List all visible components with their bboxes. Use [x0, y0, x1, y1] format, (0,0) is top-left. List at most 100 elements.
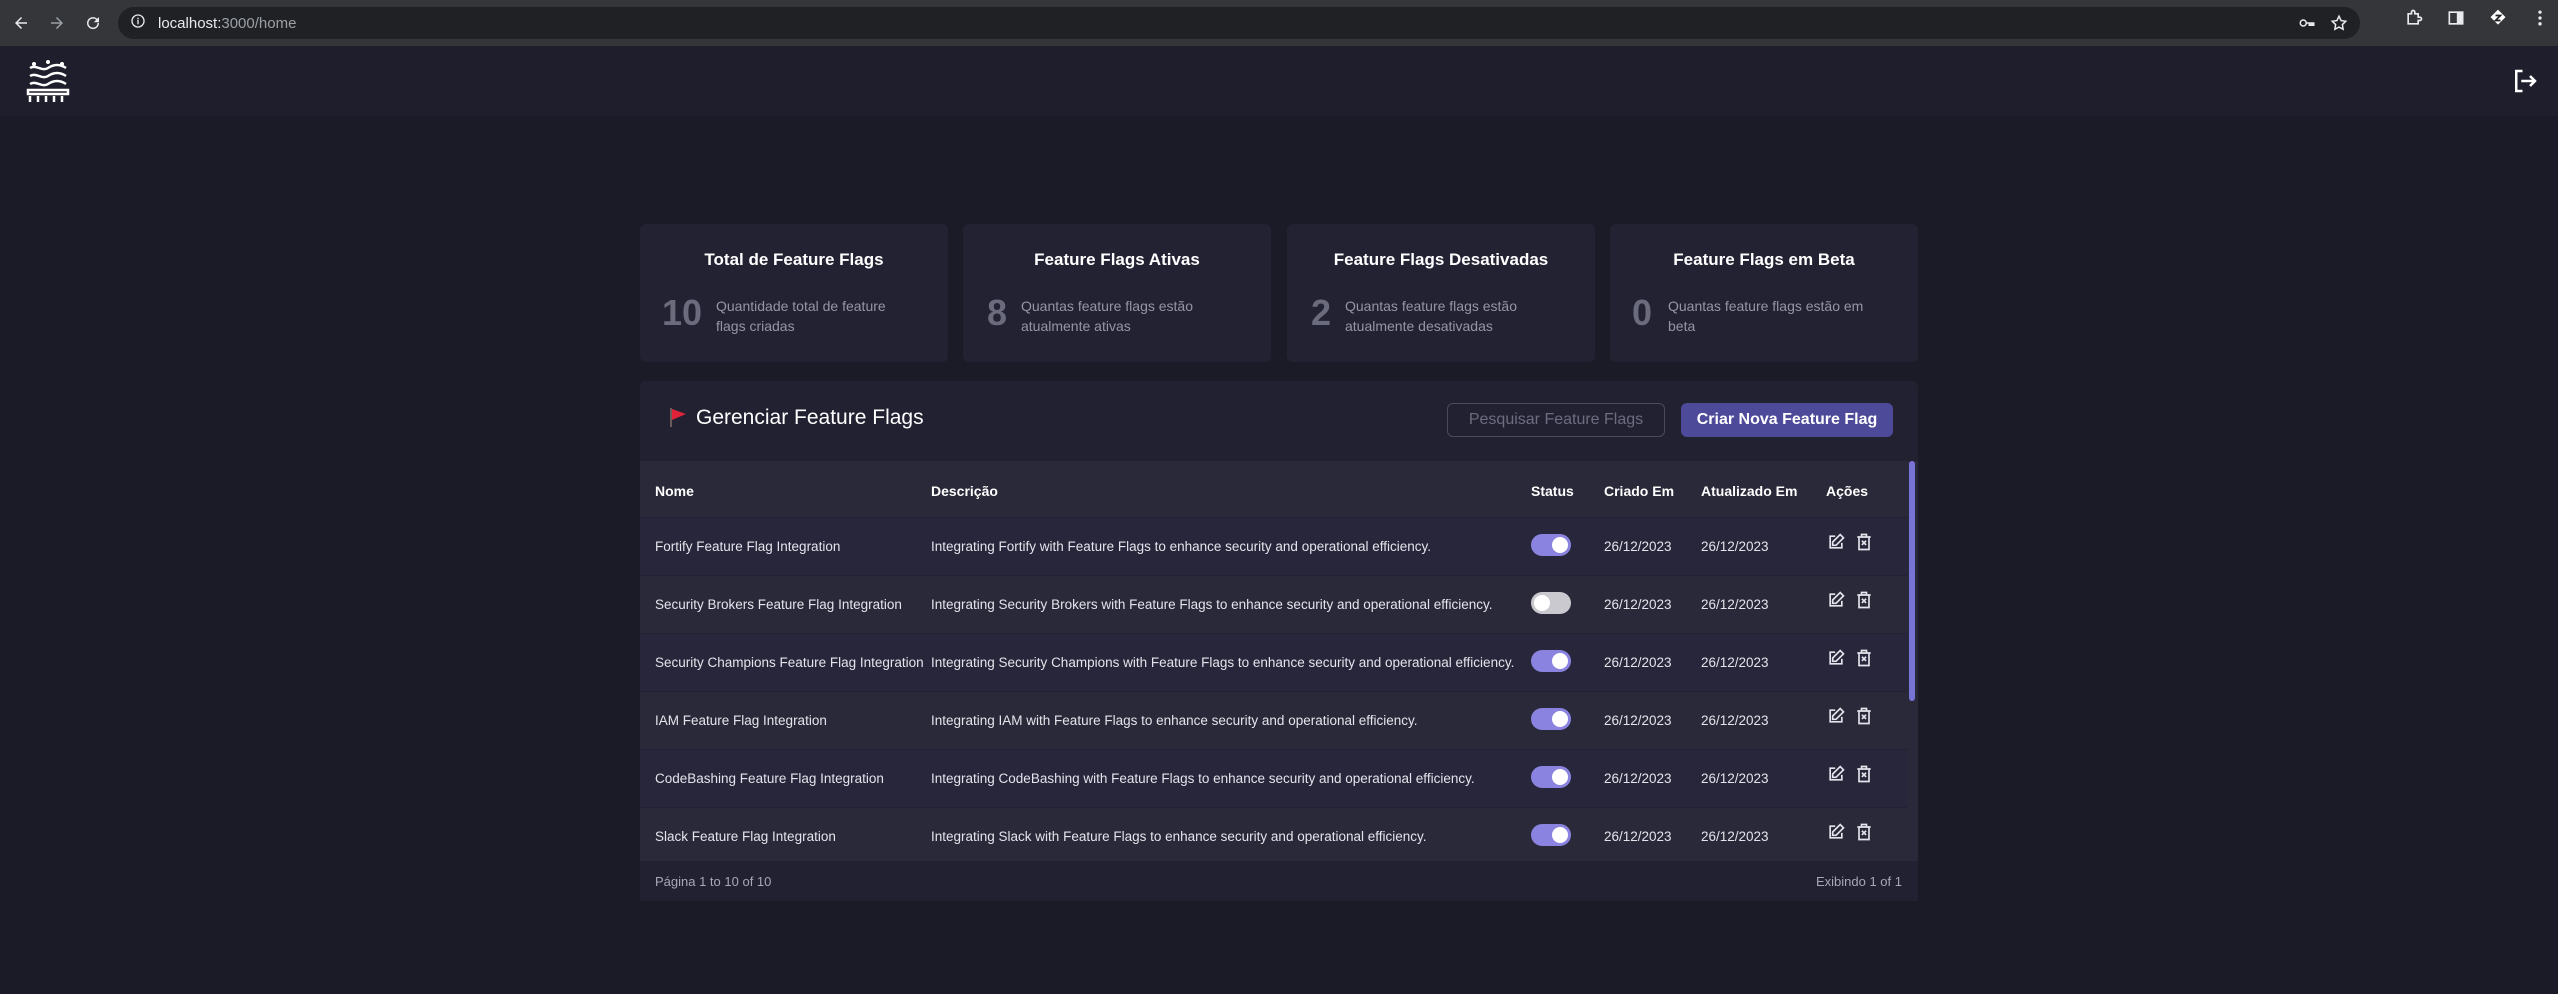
url-path: 3000/home: [221, 14, 297, 32]
profile-icon[interactable]: [2488, 8, 2508, 33]
column-header-description[interactable]: Descrição: [931, 461, 1531, 517]
delete-icon[interactable]: [1854, 822, 1874, 845]
updated-date: 26/12/2023: [1701, 712, 1769, 728]
stat-description-line: Quantas feature flags estão: [1021, 298, 1193, 314]
search-input[interactable]: [1447, 403, 1665, 437]
actions-cell: [1826, 691, 1908, 749]
column-header-name[interactable]: Nome: [640, 461, 931, 517]
flag-description: Integrating IAM with Feature Flags to en…: [931, 712, 1418, 728]
status-toggle[interactable]: [1531, 533, 1571, 556]
delete-icon[interactable]: [1854, 706, 1874, 729]
url-text: localhost:3000/home: [158, 15, 296, 32]
table-scrollbar[interactable]: [1909, 461, 1915, 701]
extensions-icon[interactable]: [2404, 8, 2424, 33]
edit-icon[interactable]: [1826, 532, 1846, 555]
menu-dots-icon[interactable]: [2530, 8, 2550, 33]
status-cell: [1531, 749, 1604, 807]
updated-date: 26/12/2023: [1701, 538, 1769, 554]
status-cell: [1531, 633, 1604, 691]
edit-icon[interactable]: [1826, 822, 1846, 845]
stat-description: Quantidade total de feature flags criada…: [716, 296, 886, 336]
forward-button[interactable]: [42, 8, 72, 38]
actions-cell: [1826, 517, 1908, 575]
column-header-status[interactable]: Status: [1531, 461, 1604, 517]
actions-cell: [1826, 749, 1908, 807]
edit-icon[interactable]: [1826, 648, 1846, 671]
table-header-row: Nome Descrição Status Criado Em Atualiza…: [640, 461, 1908, 517]
stat-card-inactive: Feature Flags Desativadas 2 Quantas feat…: [1287, 224, 1595, 362]
reload-button[interactable]: [78, 8, 108, 38]
actions-cell: [1826, 807, 1908, 861]
delete-icon[interactable]: [1854, 590, 1874, 613]
flag-description: Integrating Security Brokers with Featur…: [931, 596, 1493, 612]
created-date: 26/12/2023: [1604, 828, 1672, 844]
stat-title: Feature Flags em Beta: [1673, 250, 1855, 269]
page-showing-info: Exibindo 1 of 1: [1815, 874, 1902, 889]
url-host: localhost:: [158, 14, 222, 32]
column-header-updated[interactable]: Atualizado Em: [1701, 461, 1826, 517]
table-row: Security Champions Feature Flag Integrat…: [640, 633, 1908, 691]
delete-icon[interactable]: [1854, 648, 1874, 671]
flag-name: Security Brokers Feature Flag Integratio…: [655, 596, 902, 612]
create-feature-flag-button[interactable]: Criar Nova Feature Flag: [1681, 403, 1893, 437]
flag-name: Security Champions Feature Flag Integrat…: [655, 654, 924, 670]
red-flag-icon: [670, 408, 686, 427]
table-row: Fortify Feature Flag Integration Integra…: [640, 517, 1908, 575]
flag-description: Integrating CodeBashing with Feature Fla…: [931, 770, 1475, 786]
edit-icon[interactable]: [1826, 590, 1846, 613]
table-row: CodeBashing Feature Flag Integration Int…: [640, 749, 1908, 807]
actions-cell: [1826, 575, 1908, 633]
created-date: 26/12/2023: [1604, 712, 1672, 728]
table-row: Slack Feature Flag Integration Integrati…: [640, 807, 1908, 861]
side-panel-icon[interactable]: [2446, 8, 2466, 33]
back-button[interactable]: [6, 8, 36, 38]
delete-icon[interactable]: [1854, 764, 1874, 787]
status-cell: [1531, 575, 1604, 633]
updated-date: 26/12/2023: [1701, 828, 1769, 844]
stat-description-line: flags criadas: [716, 318, 795, 334]
status-toggle[interactable]: [1531, 823, 1571, 846]
stat-description-line: Quantas feature flags estão: [1345, 298, 1517, 314]
app-header: [0, 46, 2558, 116]
address-bar[interactable]: localhost:3000/home: [118, 7, 2360, 39]
reload-icon: [87, 17, 100, 30]
edit-icon[interactable]: [1826, 706, 1846, 729]
flag-name: Slack Feature Flag Integration: [655, 828, 836, 844]
stat-value: 10: [662, 292, 703, 333]
status-toggle[interactable]: [1531, 707, 1571, 730]
actions-cell: [1826, 633, 1908, 691]
column-header-created[interactable]: Criado Em: [1604, 461, 1701, 517]
toggle-knob: [1552, 536, 1568, 553]
flag-description: Integrating Slack with Feature Flags to …: [931, 828, 1427, 844]
created-date: 26/12/2023: [1604, 770, 1672, 786]
pagination-info: Página 1 to 10 of 10: [655, 874, 772, 889]
delete-icon[interactable]: [1854, 532, 1874, 555]
toggle-knob: [1552, 710, 1568, 727]
logout-icon[interactable]: [2510, 66, 2540, 96]
key-icon[interactable]: [2298, 14, 2316, 37]
site-info-icon[interactable]: [130, 13, 146, 34]
stat-description: Quantas feature flags estão atualmente a…: [1021, 296, 1193, 336]
status-cell: [1531, 517, 1604, 575]
status-cell: [1531, 807, 1604, 861]
updated-date: 26/12/2023: [1701, 654, 1769, 670]
feature-flags-panel: Gerenciar Feature Flags Criar Nova Featu…: [640, 381, 1918, 901]
stat-card-total: Total de Feature Flags 10 Quantidade tot…: [640, 224, 948, 362]
toggle-knob: [1552, 652, 1568, 669]
stat-description: Quantas feature flags estão em beta: [1668, 296, 1863, 336]
flag-description: Integrating Security Champions with Feat…: [931, 654, 1515, 670]
star-icon[interactable]: [2330, 14, 2348, 37]
stat-description-line: atualmente ativas: [1021, 318, 1131, 334]
toggle-knob: [1552, 826, 1568, 843]
status-toggle[interactable]: [1531, 649, 1571, 672]
logo-icon[interactable]: [24, 60, 72, 104]
stat-card-active: Feature Flags Ativas 8 Quantas feature f…: [963, 224, 1271, 362]
stat-description-line: Quantas feature flags estão em: [1668, 298, 1864, 314]
edit-icon[interactable]: [1826, 764, 1846, 787]
created-date: 26/12/2023: [1604, 596, 1672, 612]
updated-date: 26/12/2023: [1701, 770, 1769, 786]
status-cell: [1531, 691, 1604, 749]
stats-row: Total de Feature Flags 10 Quantidade tot…: [640, 224, 1918, 362]
status-toggle[interactable]: [1531, 765, 1571, 788]
status-toggle[interactable]: [1531, 591, 1571, 614]
